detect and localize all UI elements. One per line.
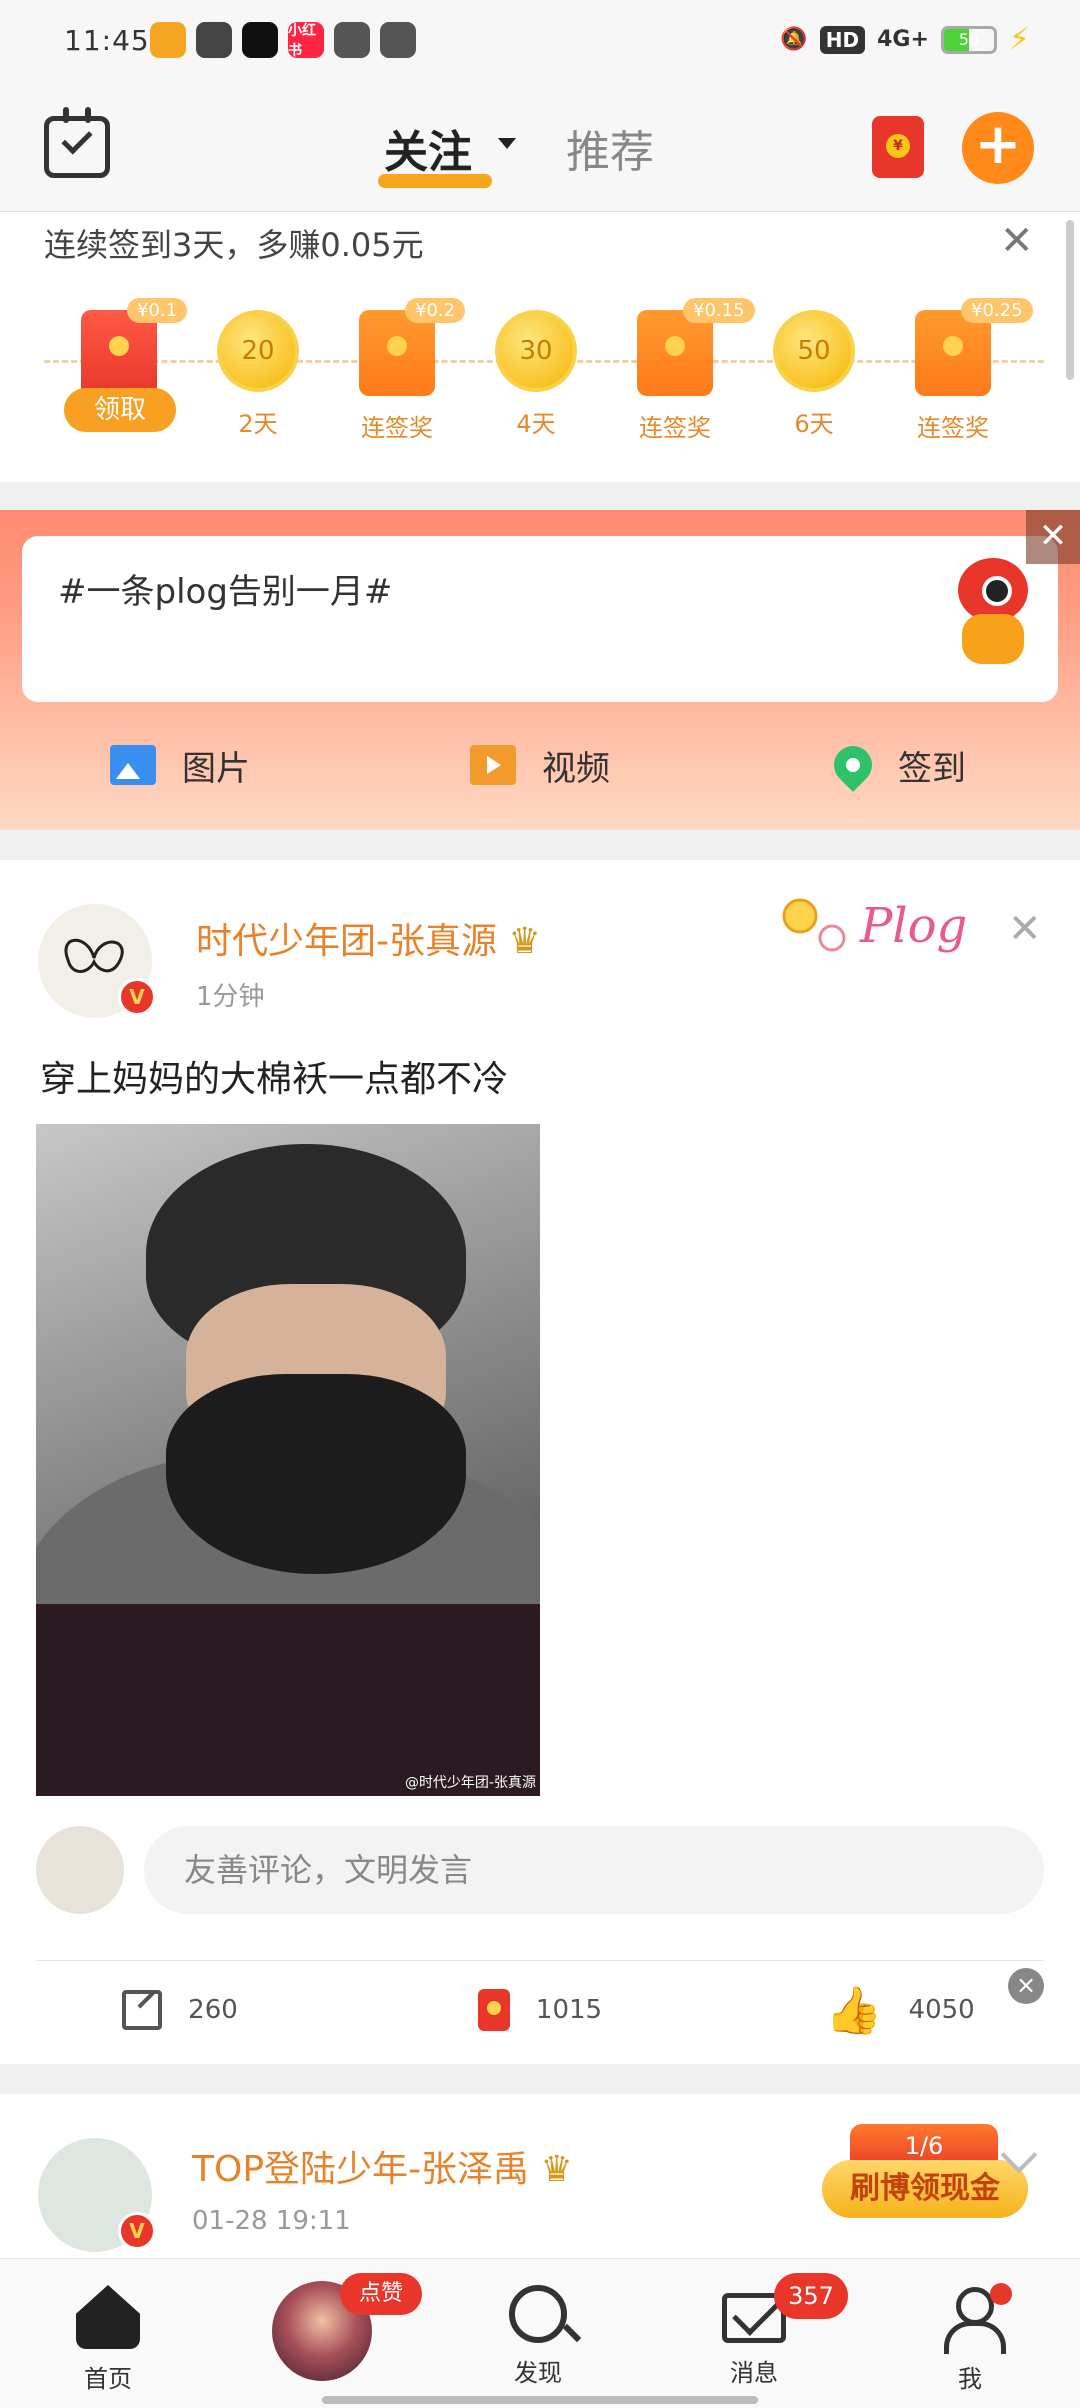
hd-badge: HD: [819, 25, 866, 54]
reward-button[interactable]: 1015: [360, 1970, 720, 2050]
status-app-icons: 小红书: [150, 22, 416, 59]
close-icon[interactable]: ✕: [1008, 906, 1042, 952]
top-nav: 关注 推荐 ¥ +: [0, 86, 1080, 212]
feed-post: V 时代少年团-张真源 ♛ 1分钟 Plog ✕ 穿上妈妈的大棉袄一点都不冷 @…: [0, 860, 1080, 2064]
message-count-badge: 357: [774, 2273, 848, 2319]
section-divider: [0, 830, 1080, 860]
battery-icon: 50: [940, 25, 997, 54]
home-indicator: [322, 2396, 758, 2404]
tab-recommend[interactable]: 推荐: [566, 116, 654, 180]
signin-reward-day4[interactable]: 30 4天: [481, 310, 591, 439]
video-icon: [470, 745, 516, 785]
signin-reward-day6[interactable]: 50 6天: [759, 310, 869, 439]
signin-reward-bonus1[interactable]: ¥0.2 连签奖: [342, 298, 466, 443]
signin-reward-day1[interactable]: ¥0.1: [64, 298, 188, 396]
verified-badge: V: [118, 978, 156, 1016]
mute-icon: 🔕: [780, 27, 808, 52]
video-button[interactable]: 视频: [360, 720, 720, 810]
like-pill-badge: 点赞: [340, 2273, 422, 2315]
post-actions: 260 1015 👍 4050: [0, 1970, 1080, 2050]
post-text: 穿上妈妈的大棉袄一点都不冷: [40, 1059, 509, 1100]
share-icon: [122, 1990, 163, 2030]
notification-dot: [990, 2283, 1012, 2305]
avatar[interactable]: [36, 1826, 124, 1914]
tab-active-underline: [378, 174, 492, 188]
plog-badge: Plog: [770, 876, 990, 972]
coin-icon: 30: [495, 310, 577, 392]
calendar-checkin-icon[interactable]: [44, 107, 110, 178]
red-packet-icon: [477, 1989, 510, 2031]
section-divider: [0, 482, 1080, 510]
image-icon: [110, 745, 156, 785]
red-packet-icon: ¥0.1: [81, 298, 188, 396]
tab-discover[interactable]: 发现: [478, 2285, 598, 2388]
close-icon[interactable]: ✕: [1000, 218, 1034, 264]
post-image[interactable]: @时代少年团-张真源: [36, 1124, 540, 1796]
mascot-illustration: [940, 552, 1036, 672]
topic-hashtag: #一条plog告别一月#: [58, 572, 393, 612]
scrollbar[interactable]: [1066, 220, 1074, 380]
tab-me[interactable]: 我: [910, 2285, 1030, 2394]
battery-level: 50: [958, 29, 980, 49]
dismiss-icon[interactable]: ×: [1008, 1968, 1044, 2004]
tab-follow[interactable]: 关注: [384, 116, 472, 180]
compose-plus-button[interactable]: +: [962, 112, 1034, 184]
xiaohongshu-app-icon: 小红书: [288, 22, 324, 59]
thumbs-up-icon: 👍: [825, 1983, 883, 2037]
svg-text:Plog: Plog: [859, 898, 967, 954]
topic-composer: #一条plog告别一月# ✕ 图片 视频 签到: [0, 510, 1080, 830]
author-name[interactable]: TOP登陆少年-张泽禹 ♛: [192, 2140, 573, 2192]
search-icon: [509, 2285, 567, 2343]
signin-title: 连续签到3天，多赚0.05元: [44, 226, 424, 264]
tab-home[interactable]: 首页: [48, 2285, 168, 2394]
coin-icon: 50: [773, 310, 855, 392]
promo-button[interactable]: 刷博领现金: [822, 2160, 1028, 2218]
bottom-tab-bar: 首页 点赞 发现 消息 357 我: [0, 2258, 1080, 2408]
red-packet-icon: ¥0.15: [637, 298, 755, 396]
image-button[interactable]: 图片: [0, 720, 360, 810]
charging-icon: ⚡: [1008, 22, 1030, 57]
play-app-icon: [380, 22, 416, 58]
comment-input[interactable]: [184, 1826, 1004, 1914]
cash-promo-widget[interactable]: 1/6 刷博领现金: [822, 2124, 1028, 2218]
weibo-app-icon: [150, 22, 186, 58]
tiktok-app-icon: [242, 22, 278, 58]
signin-rewards-panel: 连续签到3天，多赚0.05元 ✕ ¥0.1 领取 20 2天 ¥0.2 连签奖 …: [0, 212, 1080, 482]
verified-badge: V: [118, 2212, 156, 2250]
status-right: 🔕 HD 4G+ 50 ⚡: [780, 22, 1030, 57]
pinwheel-app-icon: [334, 22, 370, 58]
composer-actions: 图片 视频 签到: [0, 720, 1080, 810]
close-icon[interactable]: ✕: [1026, 510, 1080, 564]
red-packet-icon: ¥0.2: [359, 298, 466, 396]
signin-reward-day2[interactable]: 20 2天: [203, 310, 313, 439]
claim-button[interactable]: 领取: [64, 388, 176, 432]
divider: [36, 1960, 1044, 1961]
section-divider: [0, 2064, 1080, 2094]
share-button[interactable]: 260: [0, 1970, 360, 2050]
link-app-icon: [196, 22, 232, 58]
post-time: 1分钟: [196, 982, 265, 1012]
network-indicator: 4G+: [877, 27, 929, 52]
coin-icon: 20: [217, 310, 299, 392]
post-time: 01-28 19:11: [192, 2206, 351, 2236]
checkin-button[interactable]: 签到: [720, 720, 1080, 810]
home-icon: [76, 2285, 140, 2349]
location-pin-icon: [826, 738, 880, 792]
comment-field[interactable]: [144, 1826, 1044, 1914]
red-packet-icon[interactable]: ¥: [872, 116, 924, 178]
status-time: 11:45: [64, 24, 150, 57]
crown-icon: ♛: [508, 921, 541, 962]
image-watermark: @时代少年团-张真源: [404, 1775, 536, 1791]
signin-reward-bonus3[interactable]: ¥0.25 连签奖: [898, 298, 1033, 443]
red-packet-icon: ¥0.25: [915, 298, 1033, 396]
signin-reward-bonus2[interactable]: ¥0.15 连签奖: [620, 298, 755, 443]
crown-icon: ♛: [540, 2149, 573, 2190]
follow-dropdown-caret-icon[interactable]: [498, 138, 516, 149]
status-bar: 11:45 小红书 🔕 HD 4G+ 50 ⚡: [0, 0, 1080, 86]
topic-input-card[interactable]: #一条plog告别一月#: [22, 536, 1058, 702]
author-name[interactable]: 时代少年团-张真源 ♛: [196, 912, 541, 964]
